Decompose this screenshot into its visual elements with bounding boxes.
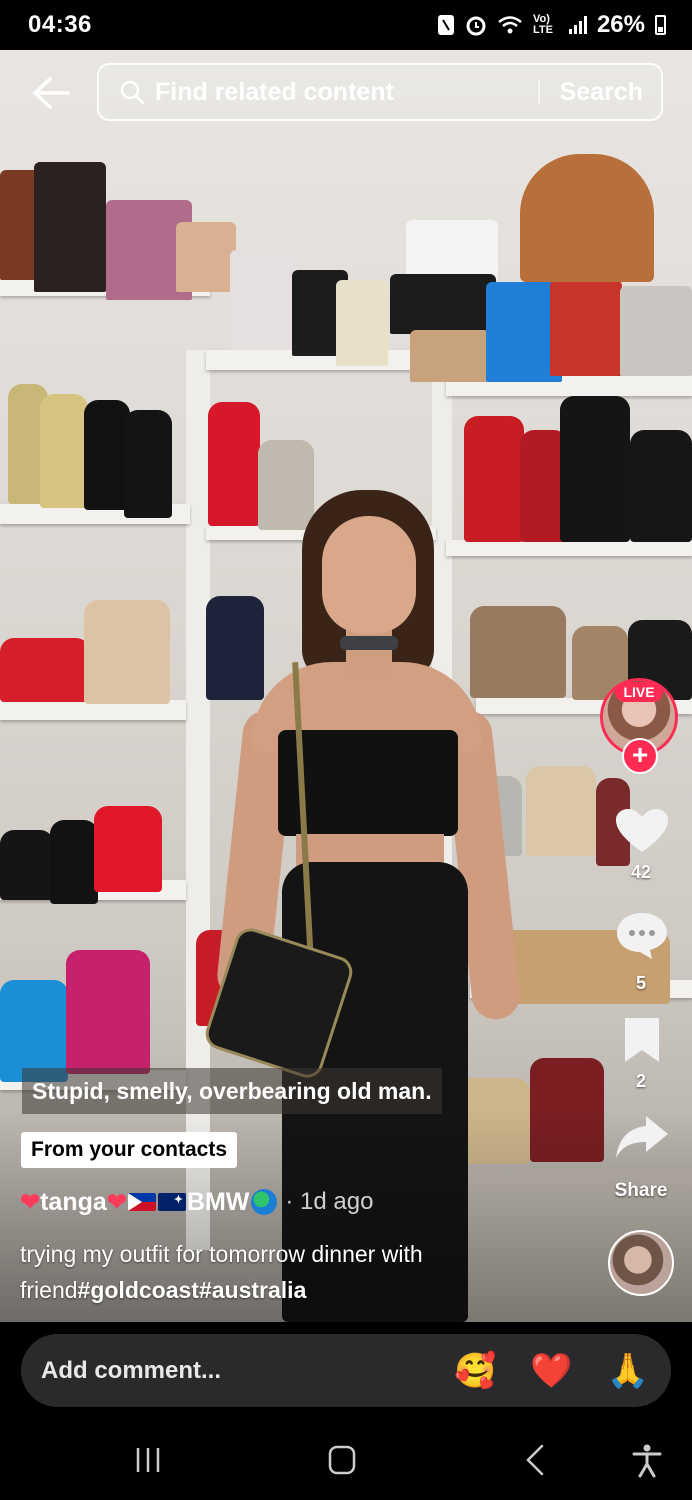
alarm-icon: [466, 16, 486, 36]
comment-icon[interactable]: [612, 910, 672, 960]
status-time: 04:36: [28, 11, 92, 38]
follow-button[interactable]: +: [622, 738, 658, 774]
video-caption-overlay: Stupid, smelly, overbearing old man.: [22, 1068, 442, 1114]
contacts-badge: From your contacts: [21, 1132, 238, 1168]
emoji-smiling-hearts-button[interactable]: 🥰: [454, 1351, 496, 1391]
wifi-icon: [498, 16, 522, 34]
like-count: 42: [630, 862, 652, 882]
back-arrow-icon[interactable]: [30, 76, 72, 110]
accessibility-icon[interactable]: [627, 1440, 667, 1480]
philippines-flag-icon: [127, 1193, 156, 1211]
battery-percent: 26%: [596, 11, 645, 38]
search-icon: [120, 80, 145, 105]
search-button[interactable]: Search: [540, 78, 661, 107]
status-bar: 04:36 Vo) LTE 26%: [0, 0, 692, 50]
network-label: Vo) LTE: [532, 13, 553, 36]
hashtag-australia[interactable]: #australia: [199, 1277, 306, 1303]
author-name-suffix[interactable]: BMW: [187, 1188, 249, 1217]
comment-input[interactable]: Add comment...: [41, 1357, 420, 1385]
author-name[interactable]: tanga: [40, 1188, 107, 1217]
back-icon[interactable]: [516, 1440, 556, 1480]
hashtag-goldcoast[interactable]: #goldcoast: [78, 1277, 199, 1303]
share-arrow-icon[interactable]: [612, 1112, 672, 1162]
comment-bar[interactable]: Add comment... 🥰 ❤️ 🙏: [21, 1334, 671, 1407]
home-icon[interactable]: [322, 1440, 362, 1480]
search-bar[interactable]: Find related content Search: [97, 63, 663, 121]
comment-count: 5: [635, 973, 646, 993]
emoji-pray-button[interactable]: 🙏: [607, 1351, 649, 1391]
author-row[interactable]: ❤ tanga ❤ BMW · 1d ago: [20, 1184, 373, 1220]
share-label[interactable]: Share: [601, 1180, 681, 1202]
live-badge: LIVE: [615, 682, 663, 702]
search-input[interactable]: Find related content: [155, 78, 538, 107]
signal-icon: [568, 16, 587, 34]
sound-avatar[interactable]: [608, 1230, 674, 1296]
bookmark-icon[interactable]: [612, 1016, 672, 1066]
red-heart-icon: ❤: [20, 1188, 41, 1216]
post-time: · 1d ago: [285, 1188, 374, 1215]
nfc-icon: [437, 15, 454, 35]
emoji-heart-button[interactable]: ❤️: [530, 1351, 572, 1391]
save-count: 2: [635, 1071, 646, 1091]
like-heart-icon[interactable]: [612, 806, 672, 856]
recent-apps-icon[interactable]: [128, 1440, 168, 1480]
status-icons: Vo) LTE 26%: [437, 11, 666, 39]
video-description[interactable]: trying my outfit for tomorrow dinner wit…: [20, 1236, 580, 1308]
red-heart-icon: ❤: [106, 1188, 127, 1216]
battery-icon: [655, 15, 666, 35]
australia-flag-icon: [157, 1193, 186, 1211]
globe-icon: [251, 1189, 278, 1215]
